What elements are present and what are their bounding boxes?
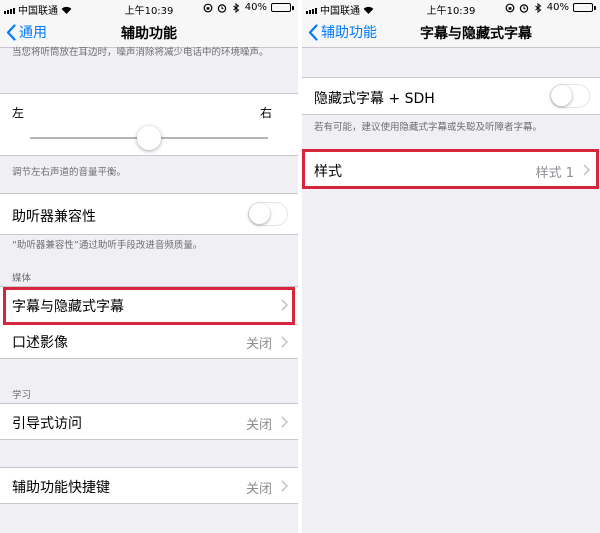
learning-section-header: 学习 [12, 390, 32, 401]
subtitles-row[interactable]: 字幕与隐藏式字幕 [0, 287, 298, 323]
cc-sdh-note: 若有可能，建议使用隐藏式字幕或失聪及听障者字幕。 [314, 122, 543, 133]
shortcut-label: 辅助功能快捷键 [12, 480, 110, 496]
shortcut-value: 关闭 [245, 482, 272, 497]
bluetooth-icon [534, 2, 542, 13]
chevron-left-icon [308, 23, 318, 41]
battery-percent: 40% [244, 2, 267, 13]
orientation-lock-icon [203, 3, 213, 12]
style-label: 样式 [314, 164, 342, 180]
cc-sdh-label: 隐藏式字幕 + SDH [314, 91, 435, 107]
balance-note: 调节左右声道的音量平衡。 [12, 167, 127, 178]
hearing-aid-label: 助听器兼容性 [12, 209, 96, 225]
navigation-bar: 通用 辅助功能 [0, 16, 298, 48]
battery-icon [271, 3, 294, 12]
audio-description-value: 关闭 [245, 337, 272, 352]
battery-percent: 40% [546, 2, 569, 13]
orientation-lock-icon [505, 3, 515, 12]
alarm-icon [217, 3, 226, 13]
subtitles-label: 字幕与隐藏式字幕 [12, 299, 124, 315]
hearing-aid-note: “助听器兼容性”通过助听手段改进音频质量。 [12, 240, 203, 251]
chevron-right-icon [281, 480, 288, 492]
guided-access-row[interactable]: 引导式访问 关闭 [0, 403, 298, 440]
back-label: 辅助功能 [321, 25, 377, 41]
back-button[interactable]: 辅助功能 [308, 22, 377, 42]
balance-cell: 左 右 [0, 93, 298, 156]
bluetooth-icon [232, 2, 240, 13]
hearing-aid-toggle[interactable] [248, 202, 288, 226]
chevron-right-icon [281, 299, 288, 311]
chevron-right-icon [281, 416, 288, 428]
balance-left-label: 左 [12, 106, 25, 120]
accessibility-shortcut-row[interactable]: 辅助功能快捷键 关闭 [0, 467, 298, 504]
cc-sdh-cell: 隐藏式字幕 + SDH [302, 77, 600, 115]
accessibility-screen: 中国联通 上午10:39 40% 通用 辅助功能 当您将听筒放在耳边时，噪声消除… [0, 0, 298, 533]
back-button[interactable]: 通用 [6, 22, 47, 42]
chevron-left-icon [6, 23, 16, 41]
alarm-icon [519, 3, 528, 13]
battery-icon [573, 3, 596, 12]
cc-sdh-toggle[interactable] [550, 84, 590, 108]
subtitles-screen: 中国联通 上午10:39 40% 辅助功能 字幕与隐藏式字幕 隐藏式字幕 + S… [302, 0, 600, 533]
guided-access-value: 关闭 [245, 418, 272, 433]
balance-right-label: 右 [259, 106, 272, 120]
back-label: 通用 [19, 25, 47, 41]
hearing-aid-cell: 助听器兼容性 [0, 193, 298, 235]
status-bar: 中国联通 上午10:39 40% [0, 0, 298, 17]
balance-slider-thumb[interactable] [137, 126, 161, 150]
chevron-right-icon [281, 336, 288, 348]
audio-description-row[interactable]: 口述影像 关闭 [0, 324, 298, 359]
noise-cancellation-note: 当您将听筒放在耳边时，噪声消除将减少电话中的环境噪声。 [12, 47, 269, 58]
chevron-right-icon [583, 164, 590, 176]
audio-description-label: 口述影像 [12, 335, 68, 351]
style-row[interactable]: 样式 样式 1 [302, 151, 600, 187]
guided-access-label: 引导式访问 [12, 416, 82, 432]
status-bar: 中国联通 上午10:39 40% [302, 0, 600, 17]
style-value: 样式 1 [535, 166, 574, 181]
media-section-header: 媒体 [12, 273, 32, 284]
navigation-bar: 辅助功能 字幕与隐藏式字幕 [302, 16, 600, 48]
